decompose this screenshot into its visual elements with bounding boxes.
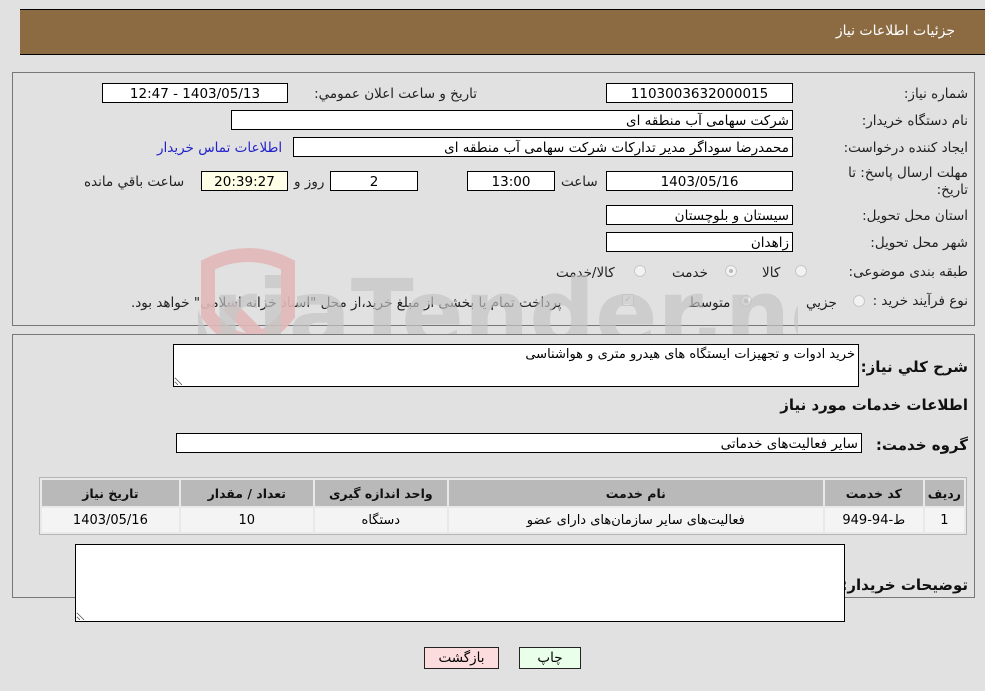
buyer-contact-link[interactable]: اطلاعات تماس خریدار: [157, 140, 282, 156]
deadline-time-field: 13:00: [467, 171, 555, 191]
description-textarea[interactable]: خرید ادوات و تجهیزات ایستگاه های هیدرو م…: [173, 344, 859, 387]
need-number-label: شماره نیاز:: [903, 86, 968, 102]
announce-datetime-field: 1403/05/13 - 12:47: [102, 83, 288, 103]
services-section-title: اطلاعات خدمات مورد نیاز: [780, 396, 968, 414]
cell-service-name: فعالیت‌های سایر سازمان‌های دارای عضو: [448, 508, 823, 532]
table-header-row: ردیف کد خدمت نام خدمت واحد اندازه گیری ت…: [42, 480, 964, 506]
col-unit: واحد اندازه گیری: [314, 480, 447, 506]
back-button[interactable]: بازگشت: [424, 647, 499, 669]
buyer-org-field: شرکت سهامی آب منطقه ای: [231, 110, 793, 130]
city-label: شهر محل تحویل:: [870, 235, 968, 251]
purchase-type-option-medium: متوسط: [688, 295, 731, 311]
deadline-time-label: ساعت: [561, 174, 598, 190]
service-group-label: گروه خدمت:: [875, 436, 968, 454]
category-option-goods-service: کالا/خدمت: [556, 265, 615, 281]
purchase-type-radio-minor[interactable]: [853, 295, 865, 307]
buyer-notes-textarea[interactable]: [75, 544, 845, 622]
col-need-date: تاریخ نیاز: [42, 480, 179, 506]
table-row: 1 ط-94-949 فعالیت‌های سایر سازمان‌های دا…: [42, 508, 964, 532]
buyer-org-label: نام دستگاه خریدار:: [861, 113, 968, 129]
purchase-type-label: نوع فرآیند خرید :: [872, 293, 968, 309]
category-label: طبقه بندی موضوعی:: [848, 264, 968, 280]
need-number-field: 1103003632000015: [606, 83, 793, 103]
category-radio-service[interactable]: [725, 265, 737, 277]
cell-service-code: ط-94-949: [824, 508, 923, 532]
col-service-code: کد خدمت: [824, 480, 923, 506]
deadline-label-line2: تاریخ:: [936, 182, 968, 198]
page-title: جزئیات اطلاعات نیاز: [835, 23, 955, 39]
category-option-goods: کالا: [762, 265, 781, 281]
province-label: استان محل تحویل:: [862, 208, 968, 224]
description-label: شرح کلي نياز:: [860, 358, 968, 376]
deadline-label-line1: مهلت ارسال پاسخ: تا: [848, 165, 968, 181]
province-field: سیستان و بلوچستان: [606, 205, 793, 225]
cell-row-number: 1: [924, 508, 964, 532]
city-field: زاهدان: [606, 232, 793, 252]
remaining-time-field: 20:39:27: [201, 171, 288, 191]
purchase-type-option-minor: جزيي: [806, 295, 837, 311]
service-group-field: سایر فعالیت‌های خدماتی: [176, 433, 862, 453]
announce-datetime-label: تاریخ و ساعت اعلان عمومي:: [314, 86, 477, 102]
remaining-time-label: ساعت باقي مانده: [84, 174, 185, 190]
cell-unit: دستگاه: [314, 508, 447, 532]
col-row-number: ردیف: [924, 480, 964, 506]
category-option-service: خدمت: [672, 265, 708, 281]
col-service-name: نام خدمت: [448, 480, 823, 506]
deadline-date-field: 1403/05/16: [606, 171, 793, 191]
print-button[interactable]: چاپ: [519, 647, 581, 669]
treasury-checkbox-label: پرداخت تمام یا بخشی از مبلغ خرید،از محل …: [131, 295, 562, 311]
days-label: روز و: [294, 174, 325, 190]
category-radio-goods-service[interactable]: [634, 265, 646, 277]
category-radio-goods[interactable]: [795, 265, 807, 277]
treasury-checkbox[interactable]: ✓: [622, 294, 634, 306]
col-quantity: تعداد / مقدار: [180, 480, 313, 506]
remaining-days-field: 2: [330, 171, 418, 191]
requester-label: ایجاد کننده درخواست:: [843, 140, 968, 156]
page-header: جزئیات اطلاعات نیاز: [20, 9, 985, 55]
buyer-notes-label: توضیحات خریدار:: [841, 576, 968, 594]
cell-quantity: 10: [180, 508, 313, 532]
services-table: ردیف کد خدمت نام خدمت واحد اندازه گیری ت…: [39, 477, 967, 535]
purchase-type-radio-medium[interactable]: [740, 295, 752, 307]
cell-need-date: 1403/05/16: [42, 508, 179, 532]
requester-field: محمدرضا سوداگر مدیر تدارکات شرکت سهامی آ…: [293, 137, 793, 157]
